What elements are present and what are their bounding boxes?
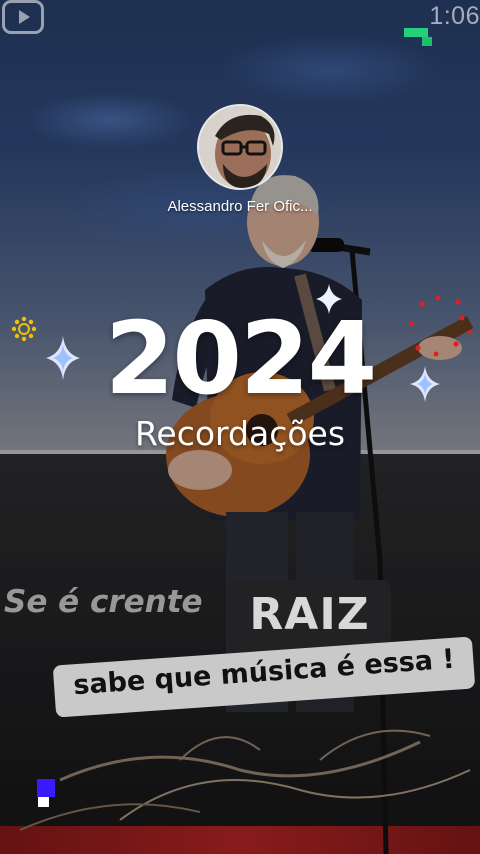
- year-title: 2024: [104, 300, 377, 417]
- channel-avatar[interactable]: [197, 104, 283, 190]
- avatar-portrait-icon: [199, 106, 281, 188]
- memories-subtitle: Recordações: [134, 414, 346, 453]
- pixel-sticker-green: [416, 28, 428, 37]
- pixel-sticker-green: [404, 28, 416, 37]
- youtube-icon[interactable]: [2, 0, 44, 34]
- caption-highlight: RAIZ: [249, 589, 370, 640]
- channel-name[interactable]: Alessandro Fer Ofic...: [150, 198, 330, 215]
- pixel-sticker-white: [38, 797, 49, 807]
- pixel-sticker-green: [422, 37, 432, 46]
- caption-line-1: Se é crente: [4, 584, 203, 620]
- pixel-sticker-blue: [37, 779, 55, 797]
- status-time: 1:06: [429, 2, 480, 30]
